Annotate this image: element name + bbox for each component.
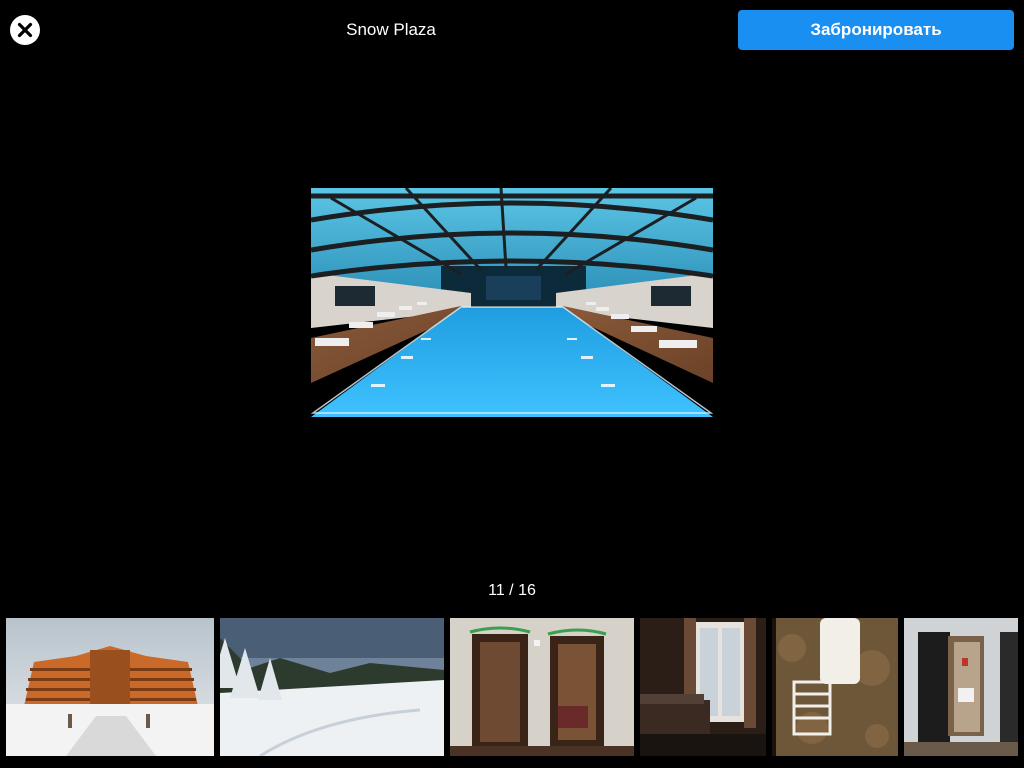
hotel-exterior-winter-photo (6, 618, 214, 756)
photo-counter: 11 / 16 (488, 582, 536, 599)
photo-viewer: Snow Plaza Забронировать 11 / 16 (0, 0, 1024, 768)
thumbnail-item[interactable] (450, 618, 634, 756)
bathroom-doorway-photo (904, 618, 1018, 756)
indoor-pool-photo (311, 188, 713, 417)
thumbnail-item[interactable] (640, 618, 766, 756)
snowy-forest-landscape-photo (220, 618, 444, 756)
room-doorways-photo (450, 618, 634, 756)
bedroom-balcony-photo (640, 618, 766, 756)
thumbnail-item[interactable] (772, 618, 898, 756)
thumbnail-strip (0, 618, 1024, 756)
thumbnail-item[interactable] (220, 618, 444, 756)
close-icon (10, 15, 40, 45)
book-button[interactable]: Забронировать (738, 10, 1014, 50)
thumbnail-item[interactable] (904, 618, 1018, 756)
close-button[interactable] (9, 14, 41, 46)
bathroom-water-heater-photo (772, 618, 898, 756)
thumbnail-item[interactable] (6, 618, 214, 756)
main-photo (311, 188, 713, 417)
page-title: Snow Plaza (346, 20, 436, 39)
